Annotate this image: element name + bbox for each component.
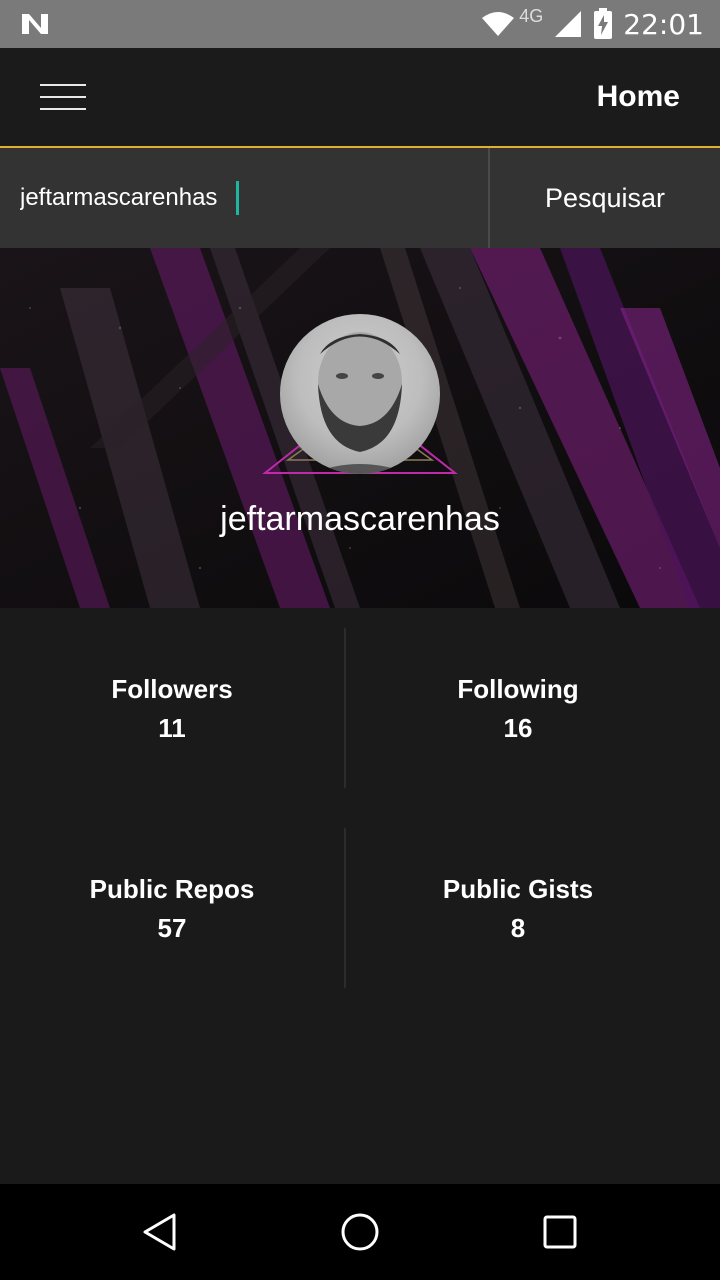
stat-public-gists[interactable]: Public Gists 8 — [346, 874, 690, 944]
home-icon[interactable] — [340, 1212, 380, 1252]
app-bar: Home — [0, 48, 720, 148]
network-type: 4G — [519, 5, 544, 26]
text-cursor — [236, 181, 239, 215]
back-icon[interactable] — [140, 1212, 180, 1252]
hamburger-menu-icon[interactable] — [40, 84, 86, 110]
stats-grid: Followers 11 Following 16 Public Repos 5… — [0, 608, 720, 1184]
recents-icon[interactable] — [540, 1212, 580, 1252]
status-bar: 4G 22:01 — [0, 0, 720, 48]
search-input[interactable] — [0, 148, 488, 248]
profile-header: jeftarmascarenhas — [0, 248, 720, 608]
stat-label: Public Gists — [442, 874, 594, 904]
battery-charging-icon — [594, 8, 613, 39]
search-bar: Pesquisar — [0, 148, 720, 248]
system-nav-bar — [0, 1184, 720, 1280]
search-button[interactable]: Pesquisar — [490, 148, 720, 248]
stat-public-repos[interactable]: Public Repos 57 — [0, 874, 344, 944]
stat-value: 16 — [503, 713, 533, 743]
stat-label: Followers — [111, 674, 233, 704]
stat-label: Following — [457, 674, 579, 704]
n-logo-icon — [22, 14, 48, 34]
stat-value: 57 — [157, 913, 187, 943]
stat-label: Public Repos — [89, 874, 255, 904]
stat-followers[interactable]: Followers 11 — [0, 674, 344, 744]
stat-value: 11 — [158, 713, 186, 743]
clock: 22:01 — [623, 7, 704, 41]
stat-value: 8 — [510, 913, 526, 943]
profile-username: jeftarmascarenhas — [220, 500, 500, 538]
stat-following[interactable]: Following 16 — [346, 674, 690, 744]
avatar — [280, 314, 440, 474]
signal-icon — [555, 11, 582, 37]
page-title: Home — [596, 80, 680, 113]
wifi-icon — [482, 12, 515, 36]
